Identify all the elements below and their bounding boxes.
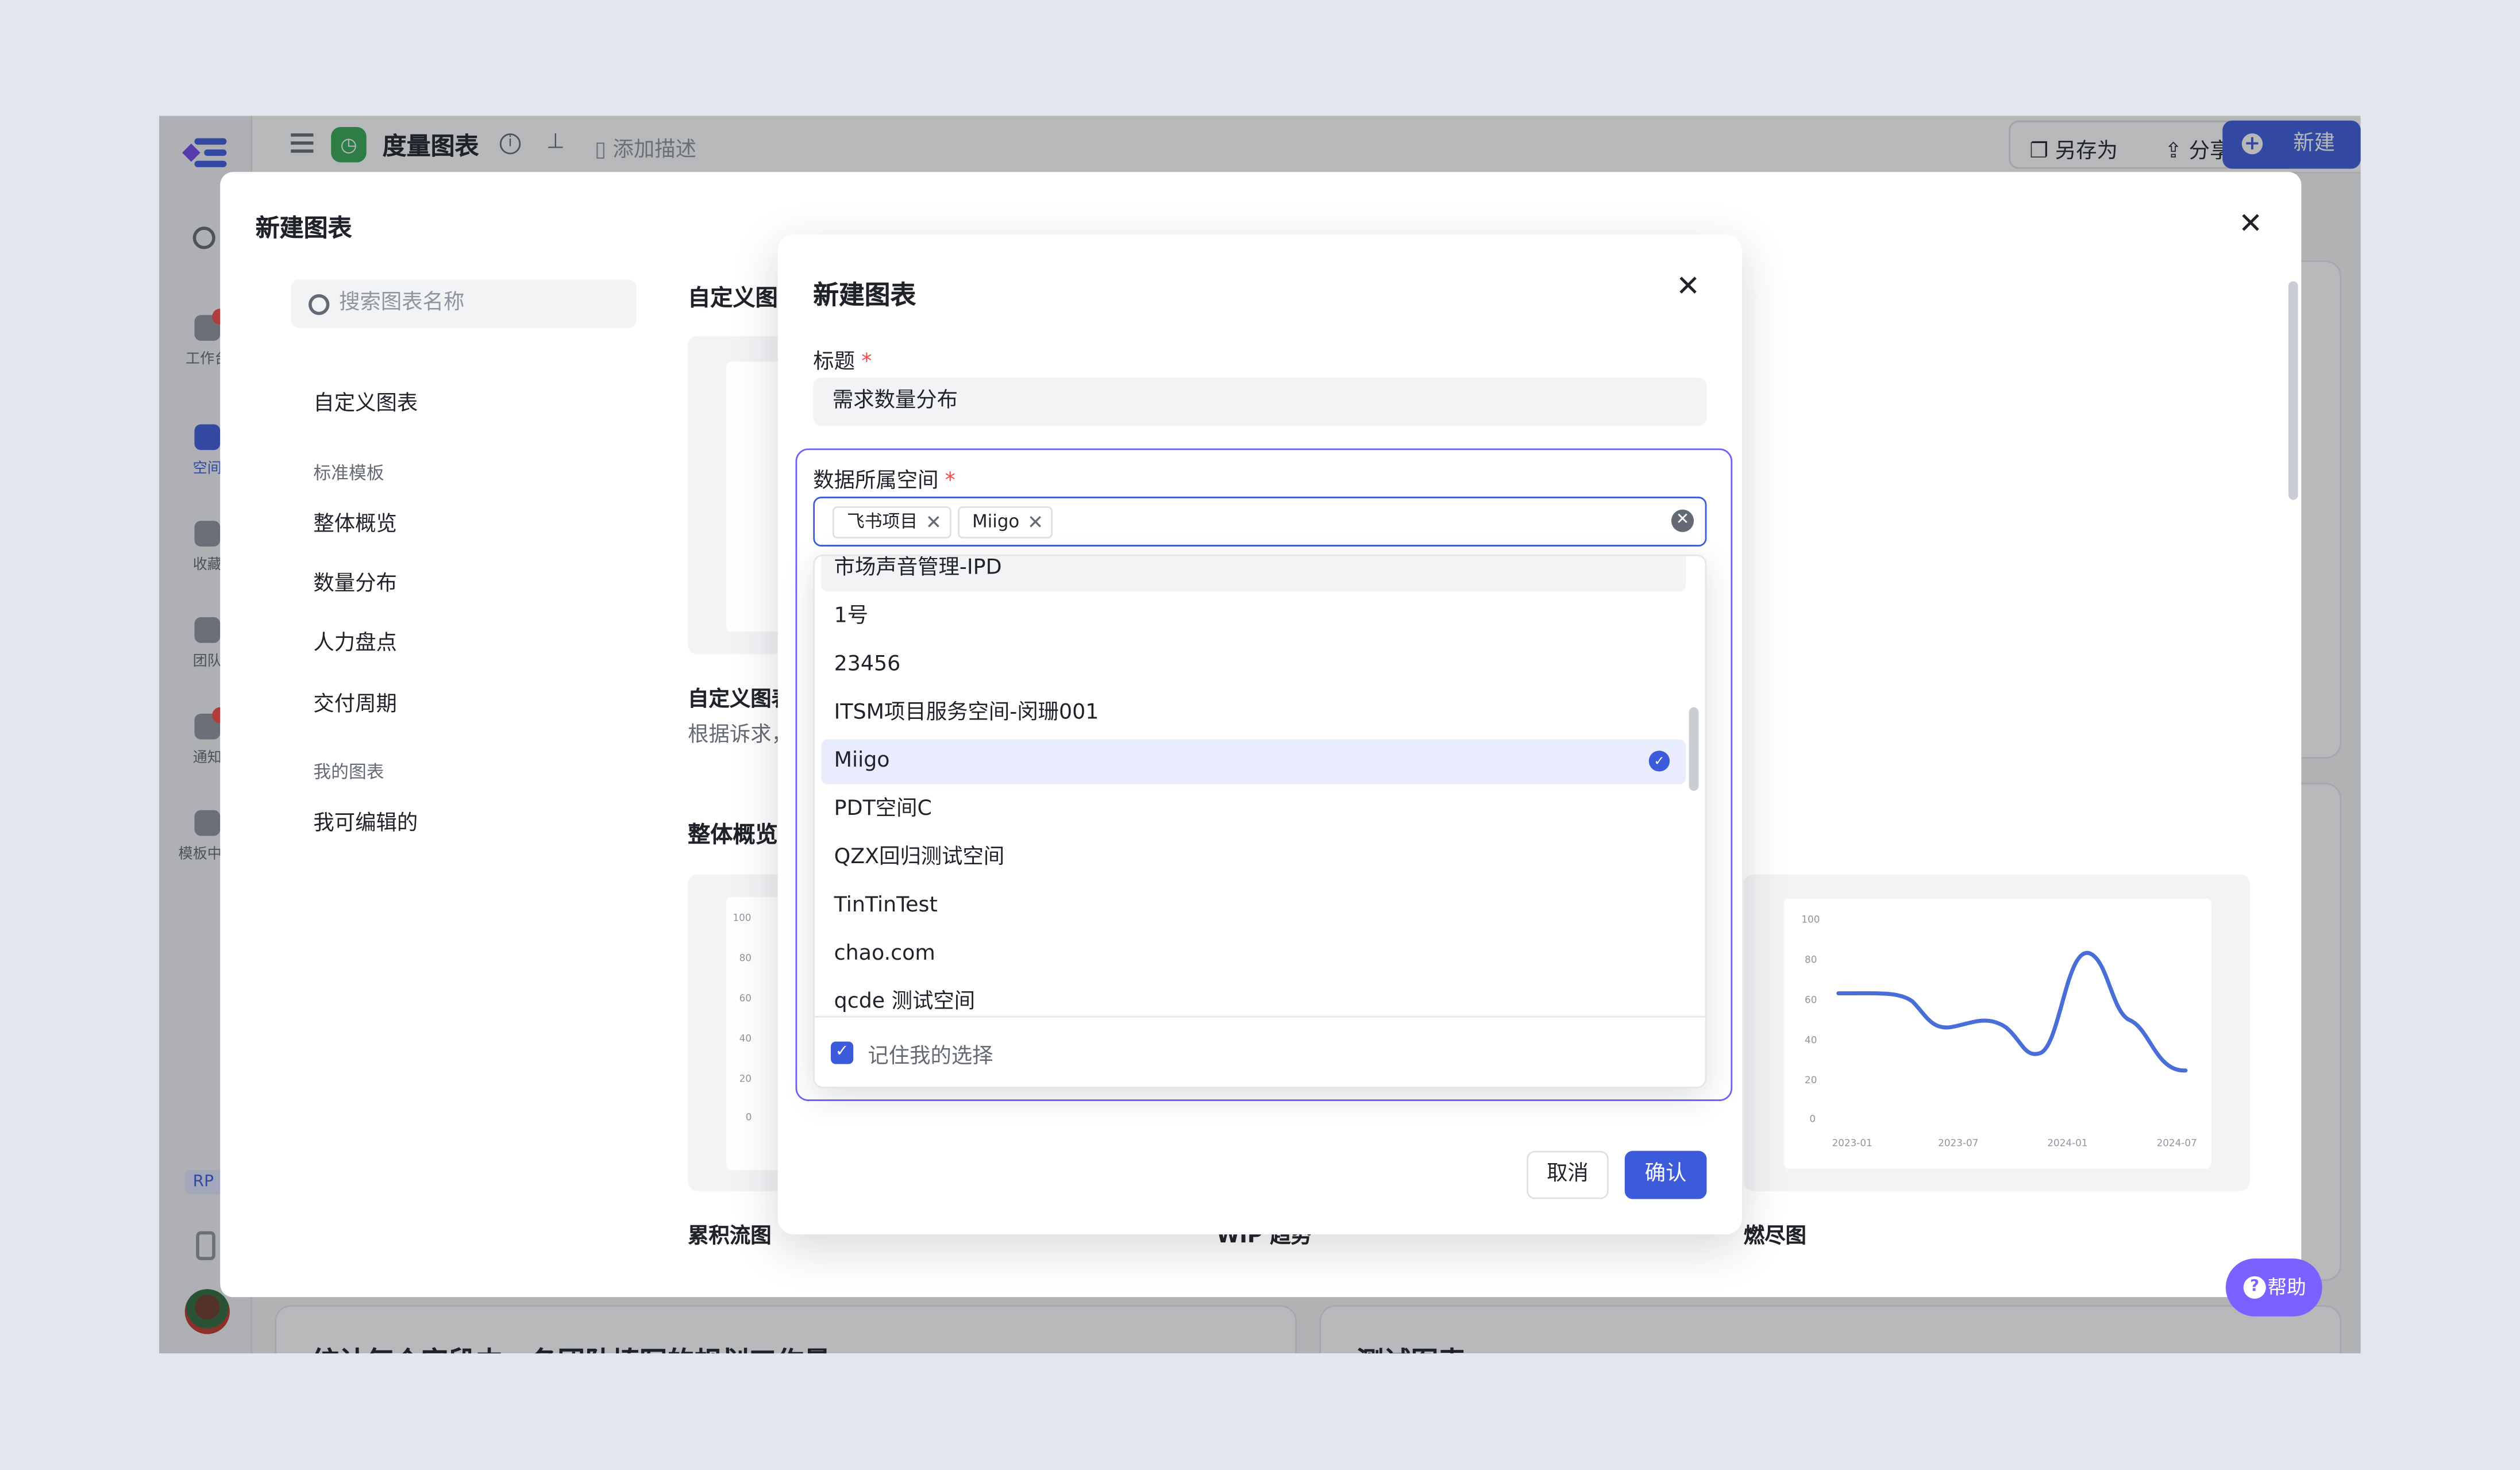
scrollbar[interactable] [2288,281,2298,500]
remove-tag-icon[interactable]: ✕ [1027,508,1043,537]
section-overview: 整体概览 [688,823,778,849]
nav-manpower[interactable]: 人力盘点 [313,625,396,656]
nav-custom-charts[interactable]: 自定义图表 [313,386,418,416]
custom-chart-caption: 自定义图表 [688,688,792,713]
space-multiselect[interactable]: 飞书项目 ✕ Miigo ✕ ✕ [813,497,1707,547]
required-mark: * [861,350,872,375]
cumulative-flow-caption: 累积流图 [688,1225,772,1249]
clear-icon[interactable]: ✕ [1671,509,1694,532]
thumbnail-canvas: 100 80 60 40 20 0 [726,896,784,1171]
remember-checkbox[interactable]: ✓ [831,1041,854,1064]
nav-distribution[interactable]: 数量分布 [313,566,396,597]
title-label: 标题 * [813,344,872,375]
tag-label: 飞书项目 [847,511,918,532]
y-tick: 20 [739,1073,752,1085]
close-icon[interactable]: ✕ [1676,270,1700,304]
thumbnail-canvas: 100 80 60 40 20 0 2023-01 2023-07 2024-0… [1783,898,2211,1169]
title-input[interactable]: 需求数量分布 [813,378,1707,426]
space-tag[interactable]: 飞书项目 ✕ [832,506,951,538]
dropdown-option[interactable]: 1号 [821,595,1686,640]
nav-delivery-cycle[interactable]: 交付周期 [313,686,396,717]
nav-group-mine: 我的图表 [313,761,384,783]
dropdown-option[interactable]: ITSM项目服务空间-闵珊001 [821,691,1686,736]
screen: 工作台 空间 收藏 团队 通知 模板中心 RP ◷ 度量图表 i ⊥ ▯ 添加描… [0,0,2520,1469]
dropdown-option[interactable]: PDT空间C [821,788,1686,833]
cumulative-flow-thumbnail[interactable]: 100 80 60 40 20 0 [688,874,784,1191]
option-label: Miigo [834,749,890,774]
check-icon: ✓ [1648,751,1670,772]
nav-overview[interactable]: 整体概览 [313,506,396,537]
cancel-button[interactable]: 取消 [1527,1150,1609,1199]
burndown-caption: 燃尽图 [1743,1225,1806,1249]
dropdown-option[interactable]: TinTinTest [821,884,1686,929]
modal-title: 新建图表 [255,214,352,243]
dialog-title: 新建图表 [813,279,916,310]
confirm-button[interactable]: 确认 [1624,1150,1707,1199]
dropdown-option[interactable]: 23456 [821,643,1686,688]
close-icon[interactable]: ✕ [2238,207,2263,241]
dropdown-scrollbar[interactable] [1689,707,1699,791]
space-label: 数据所属空间 * [813,463,955,494]
space-tag[interactable]: Miigo ✕ [958,506,1053,538]
help-button[interactable]: 帮助 [2225,1259,2322,1317]
space-label-text: 数据所属空间 [813,469,939,494]
dropdown-footer: ✓ 记住我的选择 [815,1015,1705,1087]
tag-label: Miigo [972,511,1020,532]
y-tick: 0 [745,1112,752,1124]
chart-search-input[interactable]: 搜索图表名称 [291,279,637,328]
nav-editable[interactable]: 我可编辑的 [313,805,418,836]
dropdown-option-selected[interactable]: Miigo ✓ [821,739,1686,784]
y-tick: 100 [733,913,752,925]
y-tick: 60 [739,993,752,1005]
remove-tag-icon[interactable]: ✕ [926,508,942,537]
required-mark: * [945,469,955,494]
custom-chart-description: 根据诉求， [688,723,792,748]
space-dropdown: 市场声音管理-IPD 1号 23456 ITSM项目服务空间-闵珊001 Mii… [813,554,1707,1088]
burndown-thumbnail[interactable]: 100 80 60 40 20 0 2023-01 2023-07 2024-0… [1743,874,2250,1191]
dropdown-option[interactable]: 市场声音管理-IPD [821,556,1686,592]
new-chart-dialog: 新建图表 ✕ 标题 * 需求数量分布 数据所属空间 * 飞书项目 ✕ Miigo ✕ ✕… [777,234,1742,1235]
title-label-text: 标题 [813,350,856,375]
burndown-line [1836,951,2188,1073]
thumbnail-canvas [726,361,784,632]
y-tick: 80 [739,953,752,965]
remember-label[interactable]: 记住我的选择 [868,1038,993,1069]
custom-chart-thumbnail[interactable] [688,336,784,655]
y-tick: 40 [739,1033,752,1045]
nav-group-standard: 标准模板 [313,463,384,484]
dropdown-option[interactable]: chao.com [821,932,1686,977]
dropdown-option[interactable]: QZX回归测试空间 [821,836,1686,880]
